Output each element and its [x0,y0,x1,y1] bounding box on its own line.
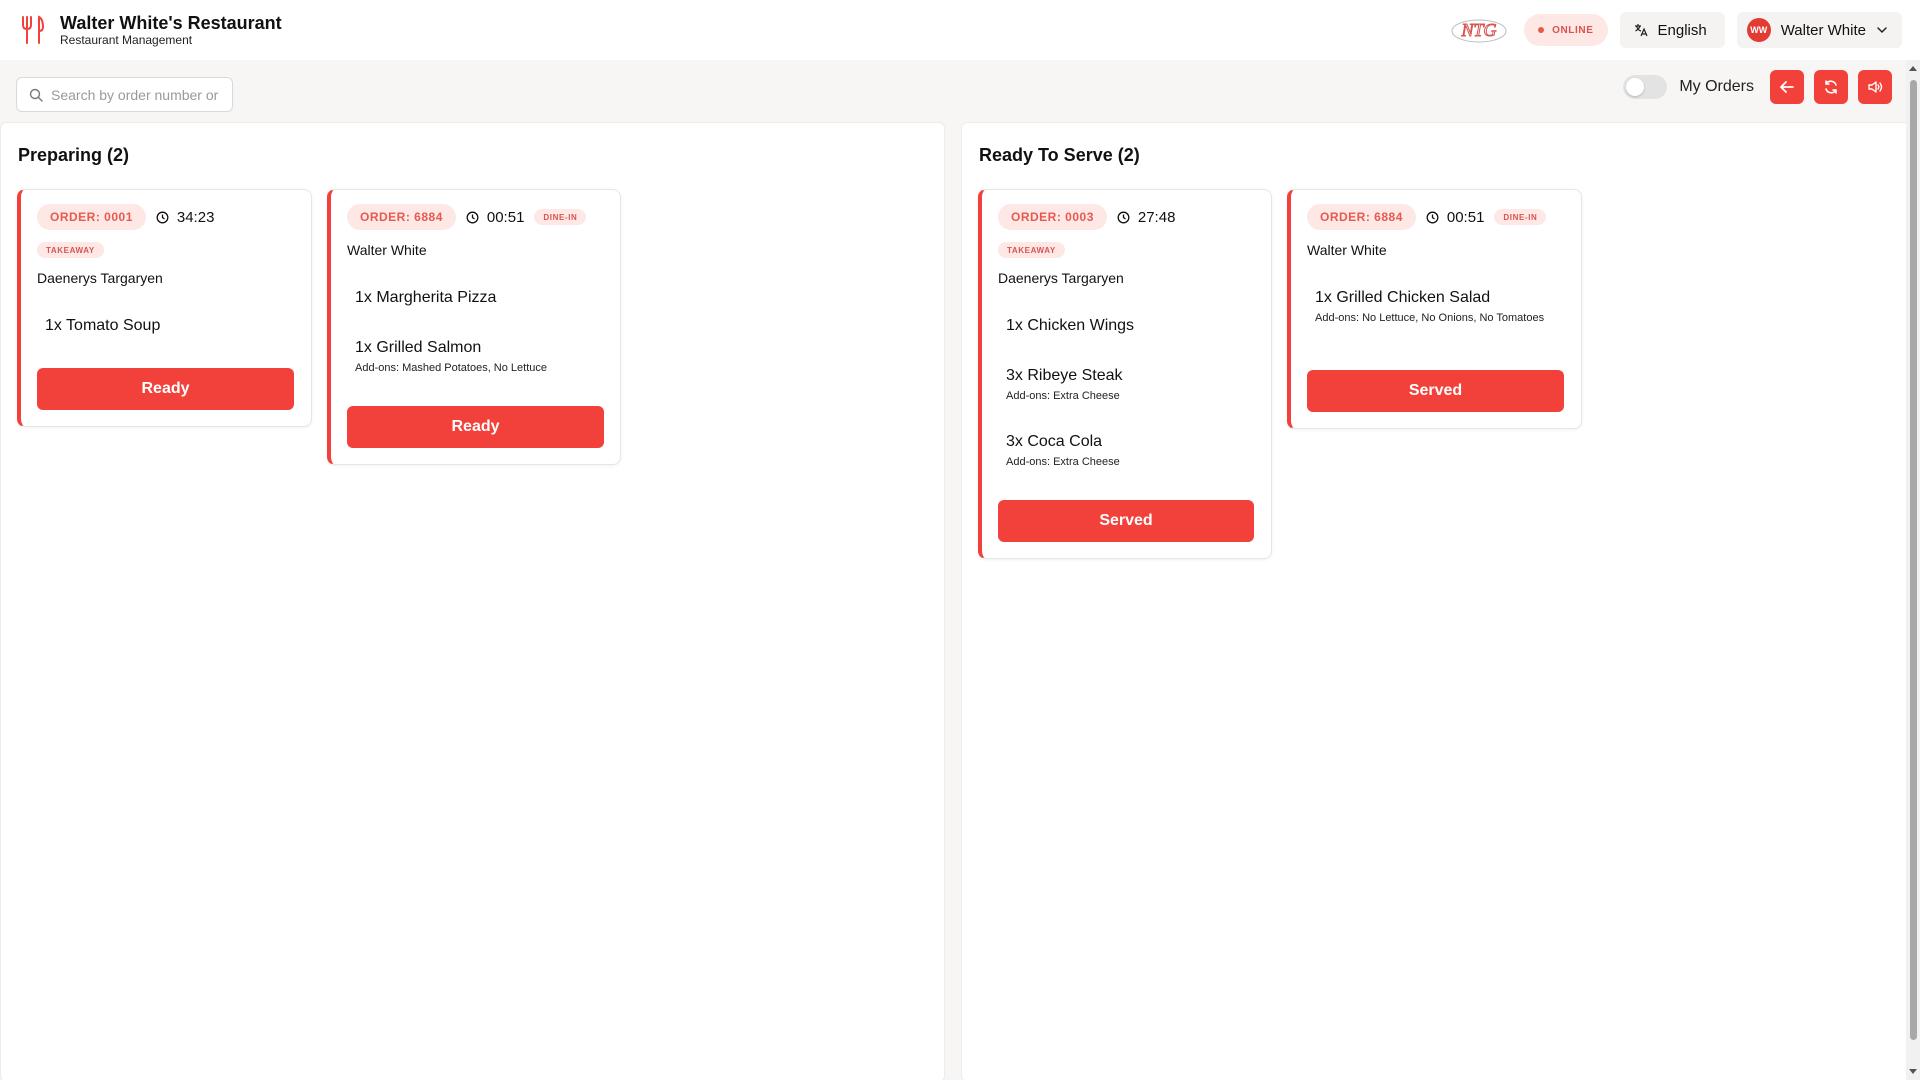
order-timer: 00:51 [466,208,525,226]
scrollbar-thumb[interactable] [1910,80,1917,1040]
item-name: 1x Tomato Soup [45,317,161,334]
order-card-header: ORDER: 6884 00:51 DINE-IN [1307,204,1547,230]
order-item: 3x Coca Cola Add-ons: Extra Cheese [1006,432,1236,469]
language-selector[interactable]: English [1619,12,1725,48]
sound-button[interactable] [1858,70,1892,104]
status-dot-icon [1538,27,1545,33]
timer-value: 00:51 [1446,208,1485,226]
item-name: 3x Coca Cola [1006,433,1103,450]
user-name: Walter White [1780,21,1866,39]
restaurant-subtitle: Restaurant Management [60,33,193,47]
preparing-title: Preparing (2) [18,145,130,165]
item-name: 1x Chicken Wings [1006,317,1135,334]
fork-knife-icon [22,15,45,44]
refresh-button[interactable] [1814,70,1848,104]
clock-icon [1426,211,1439,223]
toolbar-actions: My Orders [1623,69,1892,105]
order-type-tag: TAKEAWAY [37,242,104,258]
item-addons: Add-ons: Mashed Potatoes, No Lettuce [355,362,548,374]
order-card-header: ORDER: 6884 00:51 DINE-IN [347,204,587,230]
clock-icon [466,211,479,223]
online-status-badge: ONLINE [1524,14,1608,46]
translate-icon [1634,24,1648,37]
preparing-column: Preparing (2) ORDER: 0001 34:23 TAKEAWAY… [0,122,945,1080]
timer-value: 34:23 [176,208,215,226]
order-card: ORDER: 0003 27:48 TAKEAWAY Daenerys Targ… [978,189,1272,559]
refresh-icon [1825,80,1837,94]
order-timer: 00:51 [1426,208,1485,226]
served-button[interactable]: Served [1307,370,1564,412]
item-addons: Add-ons: No Lettuce, No Onions, No Tomat… [1315,312,1545,324]
app-header: Walter White's Restaurant Restaurant Man… [0,0,1920,60]
order-card: ORDER: 6884 00:51 DINE-IN Walter White 1… [327,189,621,465]
customer-name: Walter White [347,242,427,258]
status-text: ONLINE [1552,24,1594,36]
served-button[interactable]: Served [998,500,1254,542]
order-item: 1x Tomato Soup [45,316,160,336]
ready-to-serve-title: Ready To Serve (2) [979,145,1140,165]
restaurant-name: Walter White's Restaurant [60,13,282,33]
order-timer: 27:48 [1117,208,1176,226]
order-card-header: ORDER: 0003 27:48 [998,204,1175,230]
header-actions: NTG ONLINE English WW Walter White [1450,0,1902,60]
order-item: 1x Grilled Salmon Add-ons: Mashed Potato… [355,338,585,375]
order-item: 1x Grilled Chicken Salad Add-ons: No Let… [1315,288,1545,325]
order-card-header: ORDER: 0001 34:23 [37,204,214,230]
back-button[interactable] [1770,70,1804,104]
item-name: 3x Ribeye Steak [1006,367,1123,384]
order-item: 3x Ribeye Steak Add-ons: Extra Cheese [1006,366,1236,403]
clock-icon [156,211,169,223]
ready-button[interactable]: Ready [347,406,604,448]
item-name: 1x Grilled Salmon [355,339,482,356]
my-orders-label: My Orders [1679,78,1754,95]
order-card: ORDER: 6884 00:51 DINE-IN Walter White 1… [1287,189,1582,429]
customer-name: Daenerys Targaryen [37,270,163,286]
customer-name: Walter White [1307,242,1387,258]
avatar: WW [1746,18,1771,42]
item-addons: Add-ons: Extra Cheese [1006,390,1120,402]
toggle-knob [1626,78,1645,96]
ready-button[interactable]: Ready [37,368,294,410]
speaker-icon [1868,81,1883,93]
order-number-badge: ORDER: 0003 [998,204,1107,230]
brand: Walter White's Restaurant Restaurant Man… [60,13,282,47]
page-scrollbar[interactable] [1906,60,1920,1080]
scroll-down-icon[interactable] [1909,1069,1917,1074]
order-number-badge: ORDER: 0001 [37,204,146,230]
order-item: 1x Chicken Wings [1006,316,1134,336]
clock-icon [1117,211,1130,223]
order-number-badge: ORDER: 6884 [1307,204,1416,230]
arrow-left-icon [1780,81,1794,93]
user-menu[interactable]: WW Walter White [1736,12,1902,48]
item-name: 1x Grilled Chicken Salad [1315,289,1491,306]
ntg-logo: NTG [1451,19,1507,43]
order-number-badge: ORDER: 6884 [347,204,456,230]
ready-to-serve-column: Ready To Serve (2) ORDER: 0003 27:48 TAK… [961,122,1909,1080]
customer-name: Daenerys Targaryen [998,270,1124,286]
order-card: ORDER: 0001 34:23 TAKEAWAY Daenerys Targ… [17,189,312,427]
search-icon [29,88,43,102]
scroll-up-icon[interactable] [1909,66,1917,71]
item-addons: Add-ons: Extra Cheese [1006,456,1120,468]
item-name: 1x Margherita Pizza [355,289,497,306]
ntg-logo-text: NTG [1461,20,1497,40]
order-type-tag: DINE-IN [1494,209,1547,225]
chevron-down-icon [1877,27,1887,34]
order-timer: 34:23 [156,208,215,226]
language-label: English [1657,21,1707,39]
search-box [16,77,233,112]
order-item: 1x Margherita Pizza [355,288,496,308]
timer-value: 27:48 [1137,208,1176,226]
order-type-tag: DINE-IN [534,209,587,225]
order-type-tag: TAKEAWAY [998,242,1065,258]
timer-value: 00:51 [486,208,525,226]
my-orders-toggle[interactable] [1623,75,1668,99]
search-input[interactable] [51,86,223,103]
